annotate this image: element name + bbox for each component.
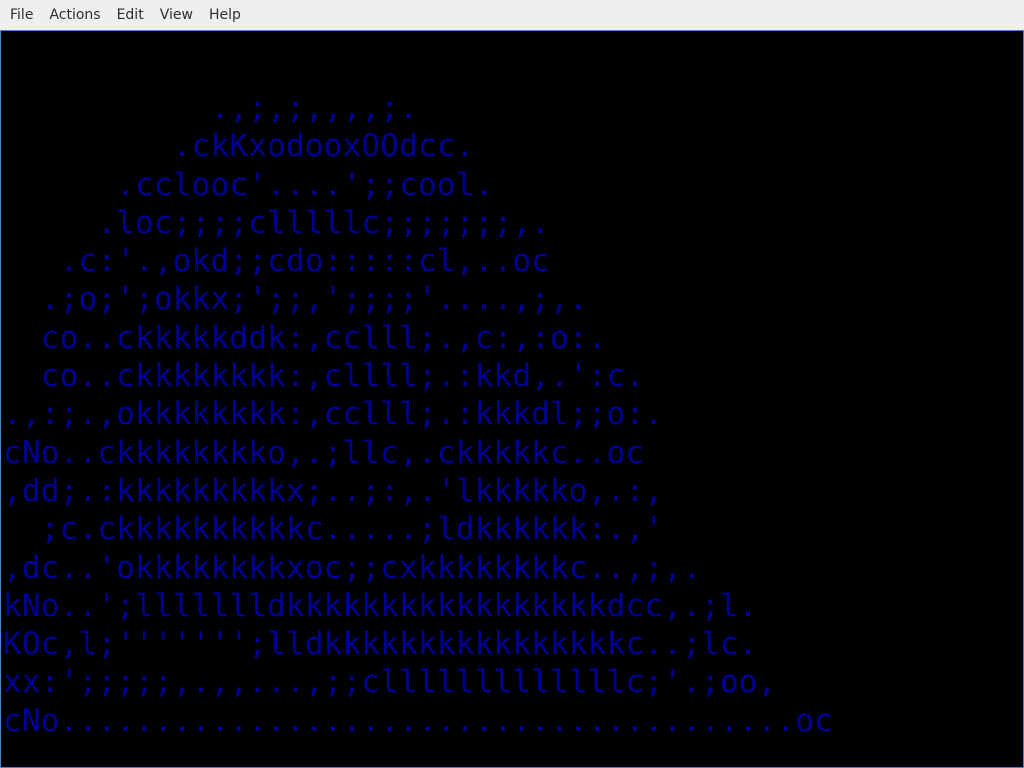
ascii-line: .,:;.,okkkkkkkk:,cclll;.:kkkdl;;o:. bbox=[3, 396, 664, 433]
ascii-art-display: .,;,;,,,,;. .ckKxodooxOOdcc. .cclooc'...… bbox=[3, 89, 833, 740]
ascii-line: .;o;';okkx;';;,';;;;'....,;,. bbox=[3, 281, 588, 318]
menu-view[interactable]: View bbox=[152, 0, 201, 30]
ascii-line: .loc;;;;clllllc;;;;;;;,. bbox=[3, 204, 551, 241]
menu-actions[interactable]: Actions bbox=[41, 0, 108, 30]
ascii-line: xx:';;;;;,.,,...,;;clllllllllllllc;'.;oo… bbox=[3, 664, 777, 701]
ascii-art-canvas[interactable]: .,;,;,,,,;. .ckKxodooxOOdcc. .cclooc'...… bbox=[0, 30, 1024, 768]
ascii-line: .c:'.,okd;;cdo:::::cl,..oc bbox=[3, 243, 551, 280]
menu-edit[interactable]: Edit bbox=[109, 0, 152, 30]
ascii-line: cNo..ckkkkkkkko,.;llc,.ckkkkkc..oc bbox=[3, 434, 645, 471]
ascii-line: ;c.ckkkkkkkkkkc.....;ldkkkkkk:.,' bbox=[3, 511, 664, 548]
ascii-line: cNo.....................................… bbox=[3, 702, 833, 739]
ascii-line: kNo..';llllllldkkkkkkkkkkkkkkkkkdcc,.;l. bbox=[3, 587, 758, 624]
ascii-line: co..ckkkkkkkk:,cllll;.:kkd,.':c. bbox=[3, 358, 645, 395]
app-window: File Actions Edit View Help .,;,;,,,,;. … bbox=[0, 0, 1024, 768]
ascii-line: co..ckkkkkddk:,cclll;.,c:,:o:. bbox=[3, 319, 607, 356]
menubar: File Actions Edit View Help bbox=[0, 0, 1024, 30]
ascii-line: ,dc..'okkkkkkkkxoc;;cxkkkkkkkkc..,;,. bbox=[3, 549, 701, 586]
ascii-line: .cclooc'....';;cool. bbox=[3, 166, 494, 203]
ascii-line: .,;,;,,,,;. bbox=[3, 90, 418, 126]
ascii-line: KOc,l;''''''';lldkkkkkkkkkkkkkkkkc..;lc. bbox=[3, 626, 758, 663]
ascii-line: .ckKxodooxOOdcc. bbox=[3, 128, 475, 165]
ascii-line: ,dd;.:kkkkkkkkkx;..;:,.'lkkkkko,.:, bbox=[3, 472, 664, 509]
menu-help[interactable]: Help bbox=[201, 0, 249, 30]
menu-file[interactable]: File bbox=[0, 0, 41, 30]
